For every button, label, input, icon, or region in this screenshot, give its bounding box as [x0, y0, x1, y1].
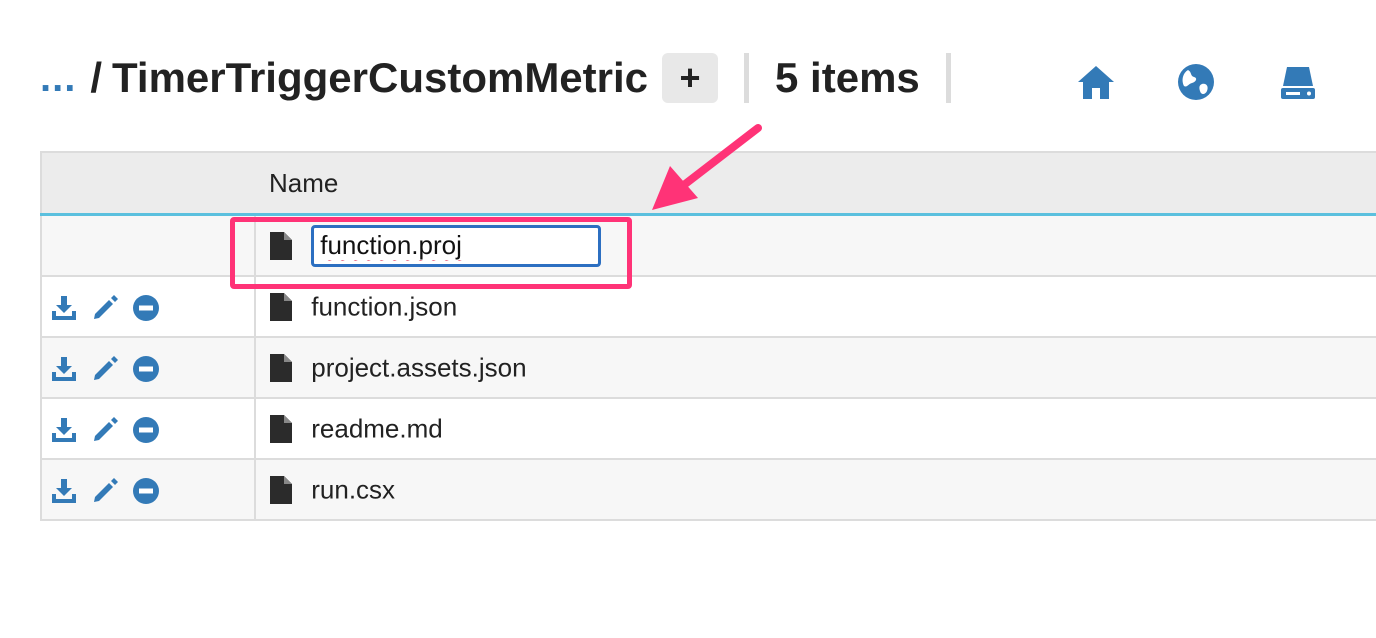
file-icon — [270, 476, 292, 505]
download-icon[interactable] — [50, 355, 78, 383]
file-icon — [270, 415, 292, 444]
breadcrumb-separator: / — [90, 54, 103, 101]
rename-row — [41, 214, 1376, 277]
home-icon[interactable] — [1076, 62, 1116, 102]
download-icon[interactable] — [50, 416, 78, 444]
drive-icon[interactable] — [1278, 62, 1318, 102]
minus-circle-icon[interactable] — [132, 294, 160, 322]
file-icon — [270, 354, 292, 383]
download-icon[interactable] — [50, 477, 78, 505]
add-file-button[interactable]: + — [662, 53, 719, 103]
table-row: run.csx — [41, 459, 1376, 521]
rename-file-input[interactable] — [311, 224, 602, 267]
divider — [744, 53, 750, 103]
name-column-header[interactable]: Name — [255, 152, 1376, 216]
breadcrumb-parent-link[interactable]: ... — [40, 56, 76, 101]
file-name-link[interactable]: function.json — [311, 292, 457, 322]
file-name-link[interactable]: readme.md — [311, 414, 443, 444]
table-row: readme.md — [41, 398, 1376, 460]
pencil-icon[interactable] — [91, 355, 119, 383]
breadcrumb: ... / TimerTriggerCustomMetric + 5 items — [40, 48, 977, 108]
table-row: project.assets.json — [41, 337, 1376, 399]
file-table: Name function.json — [40, 151, 1376, 521]
pencil-icon[interactable] — [91, 477, 119, 505]
download-icon[interactable] — [50, 294, 78, 322]
pencil-icon[interactable] — [91, 416, 119, 444]
minus-circle-icon[interactable] — [132, 416, 160, 444]
divider — [945, 53, 951, 103]
file-name-link[interactable]: run.csx — [311, 475, 395, 505]
rename-row-actions — [41, 214, 256, 277]
minus-circle-icon[interactable] — [132, 477, 160, 505]
globe-icon[interactable] — [1176, 62, 1216, 102]
minus-circle-icon[interactable] — [132, 355, 160, 383]
pencil-icon[interactable] — [91, 294, 119, 322]
table-row: function.json — [41, 276, 1376, 338]
file-icon — [270, 231, 292, 260]
item-count: 5 items — [775, 54, 920, 101]
actions-column-header — [41, 152, 255, 216]
current-folder-name: TimerTriggerCustomMetric — [112, 54, 649, 101]
file-icon — [270, 293, 292, 322]
file-name-link[interactable]: project.assets.json — [311, 353, 526, 383]
